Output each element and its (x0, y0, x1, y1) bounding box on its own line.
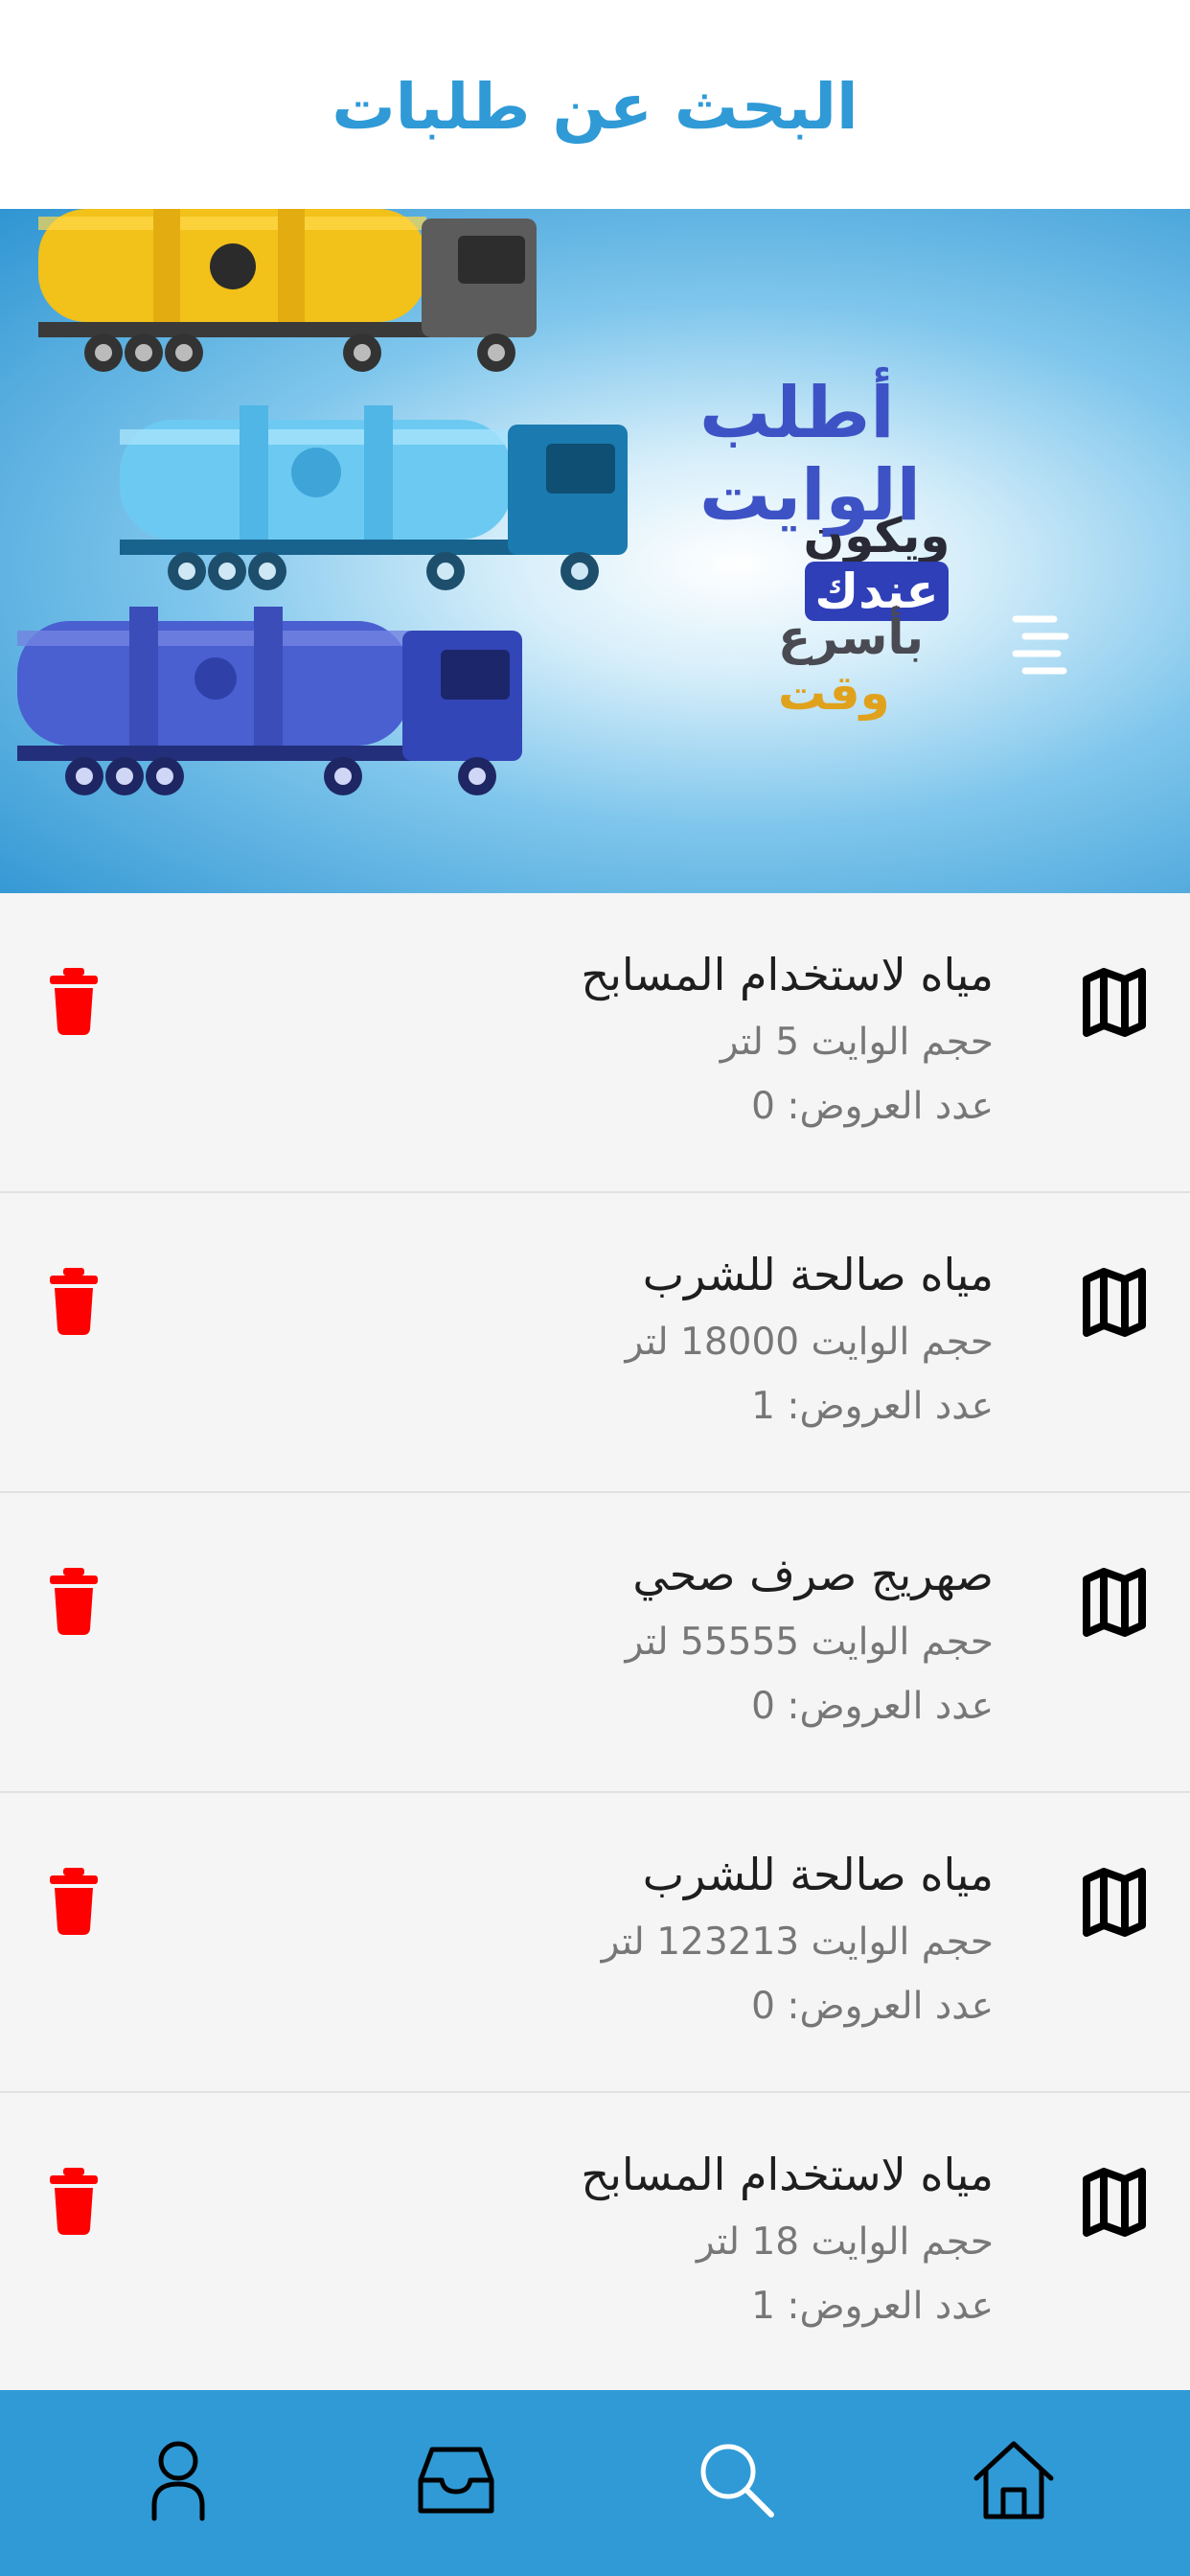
dark-blue-tanker-truck (17, 607, 522, 795)
trash-icon[interactable] (50, 968, 98, 1035)
trash-icon[interactable] (50, 1568, 98, 1635)
trash-icon[interactable] (50, 2168, 98, 2235)
request-info: مياه صالحة للشرب حجم الوايت 123213 لتر ع… (287, 1847, 994, 2038)
request-offers-count: عدد العروض: 1 (751, 1384, 994, 1428)
speed-lines-icon (1012, 615, 1069, 675)
banner-line-3-gold: وقت (778, 665, 890, 721)
map-icon[interactable] (1083, 1268, 1146, 1337)
request-row[interactable]: مياه صالحة للشرب حجم الوايت 123213 لتر ع… (0, 1793, 1190, 2093)
request-info: صهريج صرف صحي حجم الوايت 55555 لتر عدد ا… (287, 1547, 994, 1738)
banner-line-2-prefix: ويكون (803, 508, 950, 564)
request-info: مياه لاستخدام المسابح حجم الوايت 18 لتر … (287, 2147, 994, 2338)
map-icon[interactable] (1083, 1568, 1146, 1637)
map-icon[interactable] (1083, 2168, 1146, 2237)
request-title: مياه صالحة للشرب (642, 1249, 994, 1300)
request-size: حجم الوايت 18000 لتر (625, 1320, 994, 1364)
app-header: البحث عن طلبات (0, 0, 1190, 209)
request-size: حجم الوايت 5 لتر (720, 1020, 994, 1064)
map-icon[interactable] (1083, 968, 1146, 1037)
search-icon[interactable] (693, 2436, 779, 2522)
bottom-tab-bar (0, 2390, 1190, 2576)
home-icon[interactable] (971, 2436, 1057, 2522)
banner-line-3: بأسرع وقت (778, 610, 1018, 721)
request-offers-count: عدد العروض: 0 (751, 1984, 994, 2028)
map-icon[interactable] (1083, 1868, 1146, 1937)
yellow-tanker-truck (38, 209, 537, 372)
requests-list: مياه لاستخدام المسابح حجم الوايت 5 لتر ع… (0, 893, 1190, 2393)
request-size: حجم الوايت 123213 لتر (601, 1920, 994, 1964)
request-title: صهريج صرف صحي (632, 1549, 994, 1600)
request-offers-count: عدد العروض: 1 (751, 2284, 994, 2328)
banner-line-3-prefix: بأسرع (778, 610, 924, 665)
light-blue-tanker-truck (120, 405, 628, 590)
request-offers-count: عدد العروض: 0 (751, 1684, 994, 1728)
request-title: مياه لاستخدام المسابح (581, 2149, 994, 2200)
profile-icon[interactable] (135, 2436, 221, 2522)
trash-icon[interactable] (50, 1268, 98, 1335)
trash-icon[interactable] (50, 1868, 98, 1935)
request-size: حجم الوايت 55555 لتر (625, 1620, 994, 1664)
request-title: مياه لاستخدام المسابح (581, 949, 994, 1000)
request-title: مياه صالحة للشرب (642, 1849, 994, 1900)
request-info: مياه لاستخدام المسابح حجم الوايت 5 لتر ع… (287, 947, 994, 1138)
promo-banner[interactable]: أطلب الوايت ويكون عندك بأسرع وقت (0, 209, 1190, 893)
request-row[interactable]: مياه لاستخدام المسابح حجم الوايت 5 لتر ع… (0, 893, 1190, 1193)
request-offers-count: عدد العروض: 0 (751, 1084, 994, 1128)
page-title: البحث عن طلبات (332, 69, 858, 144)
request-row[interactable]: مياه صالحة للشرب حجم الوايت 18000 لتر عد… (0, 1193, 1190, 1493)
request-size: حجم الوايت 18 لتر (696, 2220, 994, 2264)
request-row[interactable]: صهريج صرف صحي حجم الوايت 55555 لتر عدد ا… (0, 1493, 1190, 1793)
inbox-icon[interactable] (413, 2436, 499, 2522)
request-row[interactable]: مياه لاستخدام المسابح حجم الوايت 18 لتر … (0, 2093, 1190, 2393)
request-info: مياه صالحة للشرب حجم الوايت 18000 لتر عد… (287, 1247, 994, 1438)
banner-line-2: ويكون عندك (733, 508, 1020, 621)
